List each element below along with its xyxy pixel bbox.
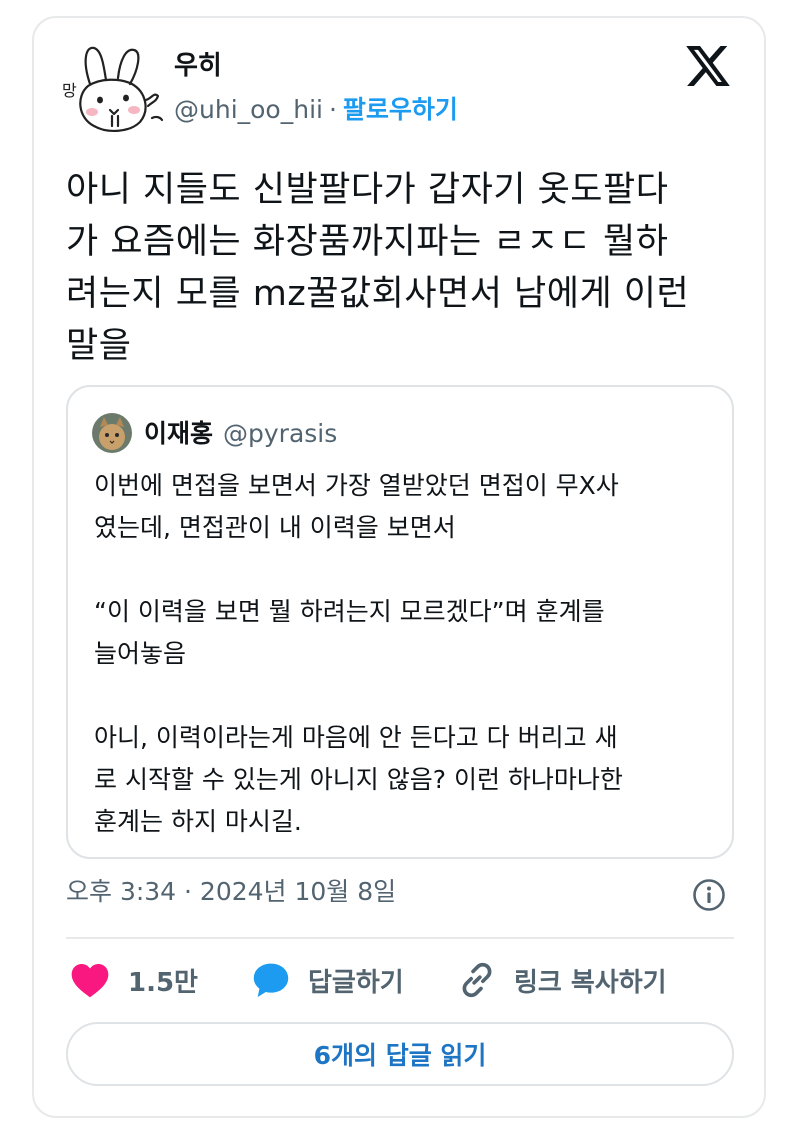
tweet-text: 아니 지들도 신발팔다가 갑자기 옷도팔다 가 요즘에는 화장품까지파는 ㄹㅈㄷ…	[66, 170, 690, 366]
reply-label: 답글하기	[308, 967, 404, 998]
author-name[interactable]: 우히	[174, 50, 222, 82]
quoted-author-handle[interactable]: @pyrasis	[223, 419, 337, 448]
quoted-tweet[interactable]: 이재홍 @pyrasis 이번에 면접을 보면서 가장 열받았던 면접이 무X사 …	[66, 385, 734, 859]
speech-bubble-icon	[253, 963, 289, 998]
author-avatar[interactable]: 망	[60, 40, 170, 140]
copy-link-label: 링크 복사하기	[514, 967, 667, 998]
tweet-timestamp[interactable]: 오후 3:34 · 2024년 10월 8일	[66, 872, 396, 912]
author-handle-row: @uhi_oo_hii · 팔로우하기	[174, 94, 458, 126]
quoted-author-avatar[interactable]	[92, 413, 132, 453]
copy-link-button[interactable]: 링크 복사하기	[458, 958, 667, 1002]
x-logo-icon[interactable]	[686, 46, 730, 86]
follow-button[interactable]: 팔로우하기	[343, 95, 458, 124]
quoted-author-name[interactable]: 이재홍	[144, 419, 213, 448]
quoted-author-row: 이재홍 @pyrasis	[144, 417, 337, 451]
quoted-tweet-text: 이번에 면접을 보면서 가장 열받았던 면접이 무X사 였는데, 면접관이 내 …	[94, 471, 623, 836]
read-replies-button[interactable]: 6개의 답글 읽기	[66, 1022, 734, 1086]
heart-icon	[71, 963, 109, 998]
link-icon	[462, 962, 492, 998]
avatar-caption: 망	[62, 81, 77, 100]
info-icon[interactable]	[692, 878, 726, 912]
divider	[66, 937, 734, 939]
author-handle[interactable]: @uhi_oo_hii	[174, 95, 323, 124]
reply-button[interactable]: 답글하기	[252, 958, 404, 1002]
separator-dot: ·	[328, 95, 337, 124]
like-button[interactable]: 1.5만	[70, 958, 198, 1002]
like-count: 1.5만	[128, 967, 198, 998]
